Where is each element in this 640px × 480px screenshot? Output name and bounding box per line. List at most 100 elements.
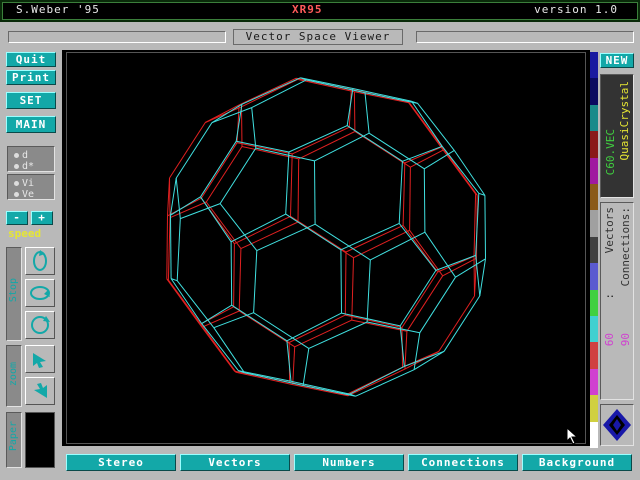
main-button[interactable]: MAIN	[6, 116, 56, 133]
wireframe-edge	[479, 258, 486, 296]
direction-pad[interactable]	[600, 404, 634, 446]
palette-swatch[interactable]	[590, 104, 598, 132]
wireframe-edge	[219, 147, 257, 204]
wireframe-edge	[290, 215, 347, 253]
wireframe-edge	[443, 149, 478, 196]
wireframe-edge	[213, 327, 245, 373]
wireframe-edge	[238, 248, 242, 312]
palette-swatch[interactable]	[590, 263, 598, 290]
wireframe-edge	[409, 167, 411, 231]
wireframe-edge	[340, 222, 400, 251]
tab-numbers[interactable]: Numbers	[294, 454, 404, 471]
palette-swatch[interactable]	[590, 316, 598, 343]
c60-wireframe	[166, 77, 486, 397]
wireframe-edge	[251, 107, 257, 149]
wireframe-edge	[255, 147, 315, 162]
wireframe-edge	[211, 107, 252, 124]
palette-swatch[interactable]	[590, 131, 598, 158]
tab-background[interactable]: Background	[522, 454, 632, 471]
paper-panel[interactable]: Paper	[6, 412, 22, 468]
option-d-star[interactable]: d*	[14, 161, 54, 172]
wireframe-edge	[368, 132, 425, 170]
palette-swatch[interactable]	[590, 395, 598, 422]
palette-swatch[interactable]	[590, 236, 598, 264]
tab-vectors[interactable]: Vectors	[180, 454, 290, 471]
wireframe-edge	[404, 350, 445, 367]
vectors-count: 60	[603, 333, 616, 347]
mouse-cursor-icon	[566, 427, 579, 445]
wireframe-edge	[253, 250, 258, 313]
diamond-navigator-icon	[603, 409, 631, 441]
file-info-box: C60.VEC QuasiCrystal	[600, 74, 634, 198]
wireframe-edge	[475, 255, 481, 296]
radio-icon	[14, 191, 19, 197]
wireframe-edge	[176, 218, 181, 281]
palette-swatch[interactable]	[590, 184, 598, 211]
palette-swatch[interactable]	[590, 78, 598, 105]
set-button[interactable]: SET	[6, 92, 56, 109]
wireframe-edge	[176, 280, 215, 329]
rotate-x-button[interactable]	[25, 279, 55, 307]
wireframe-edge	[398, 161, 403, 224]
wireframe-edge	[406, 275, 444, 332]
option-vi[interactable]: Vi	[14, 178, 54, 189]
speed-label: speed	[8, 227, 42, 240]
wireframe-edge	[352, 88, 412, 102]
quit-button[interactable]: Quit	[6, 52, 56, 67]
palette-swatch[interactable]	[590, 342, 598, 369]
palette-swatch[interactable]	[590, 157, 598, 184]
stop-panel[interactable]: Stop	[6, 247, 22, 341]
wireframe-edge	[409, 102, 445, 150]
wireframe-edge	[404, 331, 408, 370]
wireframe-edge	[419, 276, 456, 333]
zoom-label: zoom	[8, 362, 19, 387]
wireframe-edge	[345, 314, 403, 328]
print-button[interactable]: Print	[6, 70, 56, 85]
wireframe-edge	[402, 225, 439, 273]
zoom-panel[interactable]: zoom	[6, 345, 22, 407]
zoom-in-button[interactable]	[25, 345, 55, 373]
vector-viewport[interactable]	[66, 52, 586, 444]
palette-swatch[interactable]	[590, 289, 598, 316]
wireframe-edge	[308, 321, 368, 349]
tab-stereo[interactable]: Stereo	[66, 454, 176, 471]
stats-box: Vectors : 60 Connections: 90	[600, 202, 634, 400]
tab-connections[interactable]: Connections	[408, 454, 518, 471]
new-button[interactable]: NEW	[600, 53, 634, 68]
palette-swatch[interactable]	[590, 210, 598, 237]
wireframe-edge	[401, 271, 439, 328]
band-groove-left	[8, 31, 226, 43]
option-d[interactable]: d	[14, 150, 54, 161]
wireframe-edge	[202, 326, 237, 373]
wireframe-edge	[288, 125, 348, 153]
wireframe-edge	[244, 372, 304, 386]
rotate-z-icon	[31, 316, 50, 334]
wireframe-edge	[200, 196, 232, 243]
paper-preview[interactable]	[25, 412, 55, 468]
object-name: QuasiCrystal	[618, 81, 631, 161]
wireframe-edge	[306, 79, 366, 94]
wireframe-edge	[251, 79, 307, 109]
connections-count: 90	[619, 333, 632, 347]
wireframe-edge	[238, 310, 295, 348]
wireframe-edge	[294, 319, 353, 348]
palette-swatch[interactable]	[590, 368, 598, 396]
wireframe-edge	[302, 348, 310, 386]
speed-increase-button[interactable]: +	[31, 211, 53, 225]
zoom-out-button[interactable]	[25, 377, 55, 405]
option-ve[interactable]: Ve	[14, 189, 54, 200]
rotate-y-button[interactable]	[25, 247, 55, 275]
wireframe-edge	[423, 168, 426, 233]
palette-swatch[interactable]	[590, 52, 598, 79]
author-label: S.Weber '95	[16, 3, 100, 16]
wireframe-edge	[231, 304, 288, 342]
wireframe-edge	[241, 78, 298, 108]
palette-swatch[interactable]	[590, 421, 598, 448]
band-groove-right	[416, 31, 634, 43]
wireframe-edge	[292, 346, 296, 385]
color-palette-strip[interactable]	[590, 52, 598, 448]
speed-decrease-button[interactable]: -	[6, 211, 28, 225]
wireframe-edge	[170, 215, 172, 279]
rotate-z-button[interactable]	[25, 311, 55, 339]
wireframe-edge	[398, 223, 437, 271]
